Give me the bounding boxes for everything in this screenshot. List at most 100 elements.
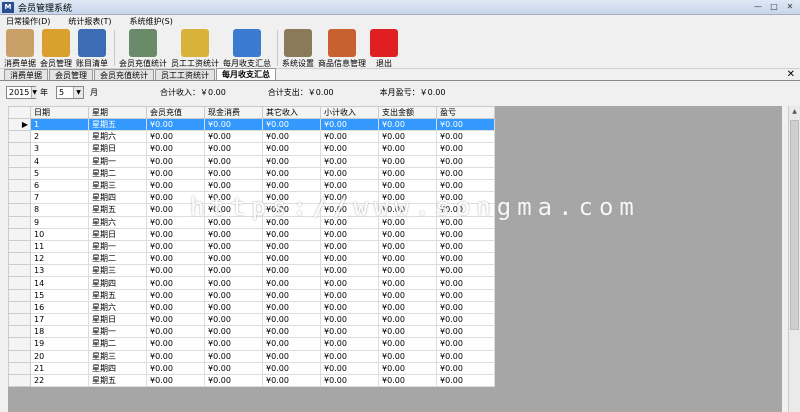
table-cell[interactable]: ¥0.00 [436, 252, 495, 266]
table-cell[interactable]: 12 [30, 252, 89, 266]
table-cell[interactable]: ¥0.00 [378, 252, 437, 266]
table-cell[interactable]: ¥0.00 [204, 288, 263, 302]
table-cell[interactable]: ¥0.00 [436, 215, 495, 229]
close-icon[interactable]: ✕ [784, 2, 796, 12]
table-cell[interactable]: 星期四 [88, 191, 147, 205]
table-cell[interactable]: ¥0.00 [320, 325, 379, 339]
table-cell[interactable]: ¥0.00 [262, 252, 321, 266]
table-cell[interactable]: ¥0.00 [320, 117, 379, 132]
table-cell[interactable]: ¥0.00 [436, 166, 495, 180]
table-cell[interactable]: ¥0.00 [204, 373, 263, 388]
table-cell[interactable]: ¥0.00 [378, 325, 437, 339]
column-header[interactable]: 其它收入 [262, 106, 321, 119]
scroll-thumb[interactable] [790, 120, 799, 330]
table-cell[interactable]: ¥0.00 [204, 203, 263, 217]
table-cell[interactable]: ¥0.00 [204, 154, 263, 168]
table-cell[interactable]: 星期三 [88, 178, 147, 193]
column-header[interactable]: 会员充值 [146, 106, 205, 119]
table-row[interactable]: 10 星期日 ¥0.00 ¥0.00 ¥0.00 ¥0.00 ¥0.00 ¥0.00 [8, 227, 495, 241]
table-cell[interactable]: ¥0.00 [378, 288, 437, 302]
table-cell[interactable]: 1 [30, 117, 89, 132]
table-cell[interactable]: ¥0.00 [320, 349, 379, 363]
table-cell[interactable]: ¥0.00 [262, 373, 321, 388]
year-select[interactable]: 2015 ▼ [6, 85, 37, 99]
table-cell[interactable]: ¥0.00 [262, 154, 321, 168]
table-cell[interactable]: ¥0.00 [320, 215, 379, 229]
table-cell[interactable]: 8 [30, 203, 89, 217]
tab-4[interactable]: 每月收支汇总 [216, 68, 276, 80]
table-cell[interactable]: 15 [30, 288, 89, 302]
row-header[interactable] [8, 325, 31, 339]
row-header[interactable]: ▶ [8, 117, 31, 132]
table-cell[interactable]: 7 [30, 191, 89, 205]
table-cell[interactable]: 14 [30, 276, 89, 290]
table-cell[interactable]: ¥0.00 [436, 154, 495, 168]
row-header[interactable] [8, 239, 31, 254]
table-cell[interactable]: ¥0.00 [204, 215, 263, 229]
table-cell[interactable]: ¥0.00 [262, 191, 321, 205]
table-cell[interactable]: ¥0.00 [378, 312, 437, 327]
table-cell[interactable]: ¥0.00 [378, 191, 437, 205]
table-cell[interactable]: ¥0.00 [146, 300, 205, 315]
table-cell[interactable]: ¥0.00 [204, 264, 263, 278]
table-cell[interactable]: ¥0.00 [320, 178, 379, 193]
scroll-up-icon[interactable]: ▲ [789, 106, 800, 118]
table-cell[interactable]: ¥0.00 [378, 142, 437, 156]
table-cell[interactable]: ¥0.00 [320, 361, 379, 375]
table-cell[interactable]: 21 [30, 361, 89, 375]
table-cell[interactable]: ¥0.00 [378, 349, 437, 363]
toolbar-button-2[interactable]: 账目清单 [76, 27, 108, 69]
table-row[interactable]: 7 星期四 ¥0.00 ¥0.00 ¥0.00 ¥0.00 ¥0.00 ¥0.00 [8, 191, 495, 205]
table-cell[interactable]: ¥0.00 [204, 178, 263, 193]
toolbar-button-6[interactable]: 系统设置 [282, 27, 314, 69]
tab-1[interactable]: 会员管理 [49, 69, 93, 80]
table-cell[interactable]: ¥0.00 [320, 312, 379, 327]
table-cell[interactable]: 星期五 [88, 288, 147, 302]
table-cell[interactable]: ¥0.00 [204, 276, 263, 290]
table-cell[interactable]: ¥0.00 [378, 215, 437, 229]
table-cell[interactable]: 星期六 [88, 215, 147, 229]
table-cell[interactable]: ¥0.00 [262, 142, 321, 156]
table-cell[interactable]: ¥0.00 [262, 130, 321, 144]
table-cell[interactable]: ¥0.00 [262, 312, 321, 327]
table-cell[interactable]: ¥0.00 [436, 264, 495, 278]
table-cell[interactable]: ¥0.00 [378, 239, 437, 254]
table-cell[interactable]: 星期五 [88, 373, 147, 388]
table-cell[interactable]: 星期六 [88, 130, 147, 144]
table-cell[interactable]: ¥0.00 [146, 325, 205, 339]
table-row[interactable]: 11 星期一 ¥0.00 ¥0.00 ¥0.00 ¥0.00 ¥0.00 ¥0.00 [8, 239, 495, 254]
table-cell[interactable]: ¥0.00 [320, 227, 379, 241]
table-cell[interactable]: 星期三 [88, 349, 147, 363]
table-cell[interactable]: ¥0.00 [262, 300, 321, 315]
table-row[interactable]: 12 星期二 ¥0.00 ¥0.00 ¥0.00 ¥0.00 ¥0.00 ¥0.00 [8, 252, 495, 266]
toolbar-button-1[interactable]: 会员管理 [40, 27, 72, 69]
table-cell[interactable]: ¥0.00 [262, 178, 321, 193]
table-cell[interactable]: ¥0.00 [146, 361, 205, 375]
table-cell[interactable]: ¥0.00 [436, 142, 495, 156]
tab-3[interactable]: 员工工资统计 [155, 69, 215, 80]
table-cell[interactable]: 星期二 [88, 252, 147, 266]
table-cell[interactable]: ¥0.00 [320, 252, 379, 266]
column-header[interactable]: 盈亏 [436, 106, 495, 119]
table-cell[interactable]: 星期一 [88, 239, 147, 254]
table-cell[interactable]: ¥0.00 [146, 349, 205, 363]
row-header[interactable] [8, 130, 31, 144]
column-header[interactable]: 小计收入 [320, 106, 379, 119]
table-cell[interactable]: ¥0.00 [320, 154, 379, 168]
table-cell[interactable]: ¥0.00 [436, 325, 495, 339]
table-row[interactable]: 21 星期四 ¥0.00 ¥0.00 ¥0.00 ¥0.00 ¥0.00 ¥0.00 [8, 361, 495, 375]
table-cell[interactable]: 星期日 [88, 142, 147, 156]
table-cell[interactable]: ¥0.00 [436, 337, 495, 351]
row-header[interactable] [8, 191, 31, 205]
table-cell[interactable]: ¥0.00 [320, 276, 379, 290]
table-cell[interactable]: ¥0.00 [204, 349, 263, 363]
table-cell[interactable]: 22 [30, 373, 89, 388]
table-row[interactable]: 17 星期日 ¥0.00 ¥0.00 ¥0.00 ¥0.00 ¥0.00 ¥0.00 [8, 312, 495, 327]
table-cell[interactable]: ¥0.00 [378, 117, 437, 132]
table-cell[interactable]: ¥0.00 [262, 166, 321, 180]
table-cell[interactable]: ¥0.00 [204, 239, 263, 254]
table-cell[interactable]: ¥0.00 [436, 373, 495, 388]
toolbar-button-5[interactable]: 每月收支汇总 [223, 27, 271, 69]
table-cell[interactable]: ¥0.00 [146, 154, 205, 168]
table-cell[interactable]: ¥0.00 [378, 178, 437, 193]
